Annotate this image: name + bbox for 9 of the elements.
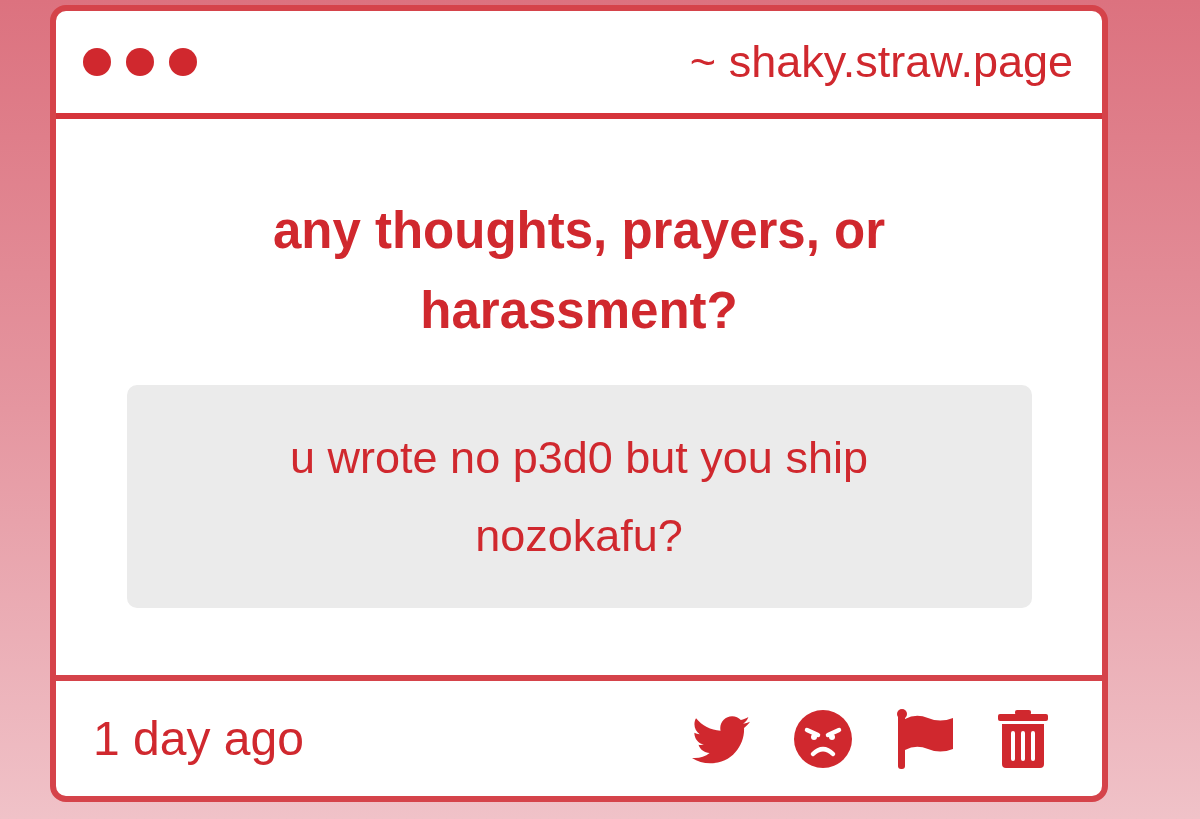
window-dots-icon bbox=[83, 48, 197, 76]
angry-face-icon[interactable] bbox=[794, 709, 852, 768]
trash-icon[interactable] bbox=[998, 709, 1048, 768]
question-prompt: any thoughts, prayers, or harassment? bbox=[271, 201, 887, 341]
timestamp: 1 day ago bbox=[93, 711, 304, 766]
bird-icon[interactable] bbox=[692, 713, 750, 764]
flag-icon[interactable] bbox=[896, 708, 954, 769]
answer-text: u wrote no p3d0 but you ship nozokafu? bbox=[289, 430, 869, 563]
site-address: ~ shaky.straw.page bbox=[689, 36, 1073, 88]
